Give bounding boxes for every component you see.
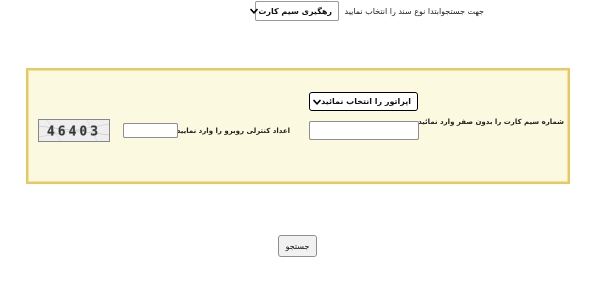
sim-number-label: شماره سیم کارت را بدون صفر وارد نمائید bbox=[418, 118, 564, 126]
doc-type-label: جهت جستجوابتدا نوع سند را انتخاب نمایید bbox=[344, 7, 484, 16]
captcha-label: اعداد کنترلی روبرو را وارد نمایید: bbox=[173, 127, 290, 135]
doc-type-select[interactable]: رهگیری سیم کارت bbox=[250, 1, 339, 21]
sim-number-input[interactable] bbox=[309, 121, 419, 140]
captcha-image: 46403 bbox=[38, 119, 110, 142]
operator-selected-value: اپراتور را انتخاب نمائید bbox=[321, 97, 411, 106]
search-button[interactable]: جستجو bbox=[278, 235, 317, 257]
chevron-down-icon bbox=[247, 8, 259, 14]
captcha-input[interactable] bbox=[123, 123, 178, 138]
operator-select[interactable]: اپراتور را انتخاب نمائید bbox=[309, 92, 418, 111]
chevron-down-icon bbox=[310, 98, 322, 105]
captcha-code-text: 46403 bbox=[47, 125, 101, 140]
doc-type-selected-value: رهگیری سیم کارت bbox=[258, 6, 332, 16]
